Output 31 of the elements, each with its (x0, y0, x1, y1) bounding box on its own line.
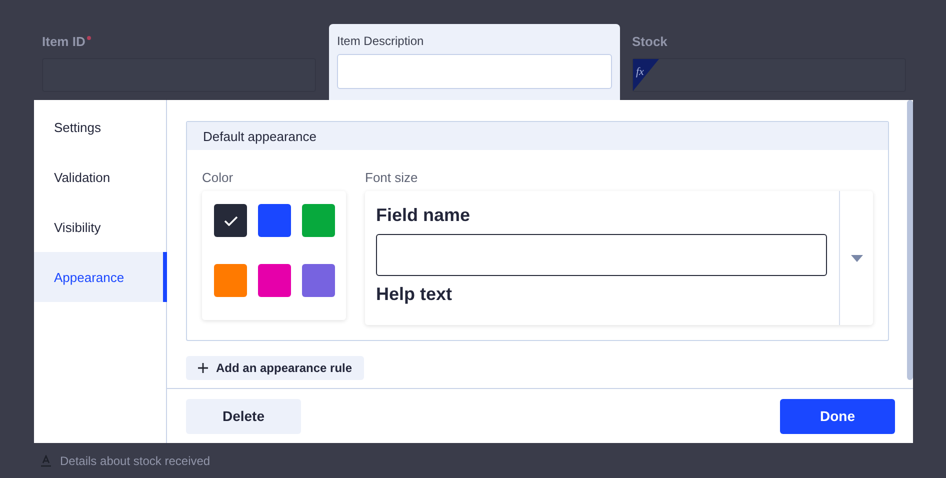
plus-icon (198, 363, 208, 373)
text-icon (40, 455, 52, 467)
color-swatch[interactable] (302, 204, 335, 237)
color-swatch[interactable] (258, 264, 291, 297)
field-label: Item ID (42, 34, 86, 51)
done-button[interactable]: Done (780, 398, 895, 434)
input-field[interactable]: fx (632, 58, 906, 92)
delete-button[interactable]: Delete (186, 398, 301, 434)
font-size-label: Font size (365, 170, 419, 185)
check-icon (224, 216, 238, 226)
nav-tab[interactable]: Validation (34, 152, 166, 202)
color-swatch[interactable] (214, 264, 247, 297)
formula-icon (633, 59, 659, 91)
field-label: Stock (632, 34, 668, 51)
field-help-text: Details about stock received (60, 454, 210, 468)
field-label: Item Description (337, 34, 425, 48)
formula-label: fx (636, 66, 644, 78)
color-label: Color (202, 170, 234, 185)
caret-icon (850, 254, 862, 262)
color-swatch[interactable] (302, 264, 335, 297)
preview-field-name: Field name (376, 205, 472, 226)
preview-help-text: Help text (376, 284, 454, 305)
font-size-select[interactable]: Field name Help text (365, 191, 873, 325)
add-rule-button[interactable]: Add an appearance rule (186, 356, 364, 380)
nav-tab[interactable]: Visibility (34, 202, 166, 252)
scrollbar[interactable] (907, 100, 913, 380)
color-swatch[interactable] (258, 204, 291, 237)
color-swatch[interactable] (214, 204, 247, 237)
panel-title: Default appearance (187, 122, 888, 150)
nav-tab[interactable]: Settings (34, 102, 166, 152)
nav-tab[interactable]: Appearance (34, 252, 167, 302)
